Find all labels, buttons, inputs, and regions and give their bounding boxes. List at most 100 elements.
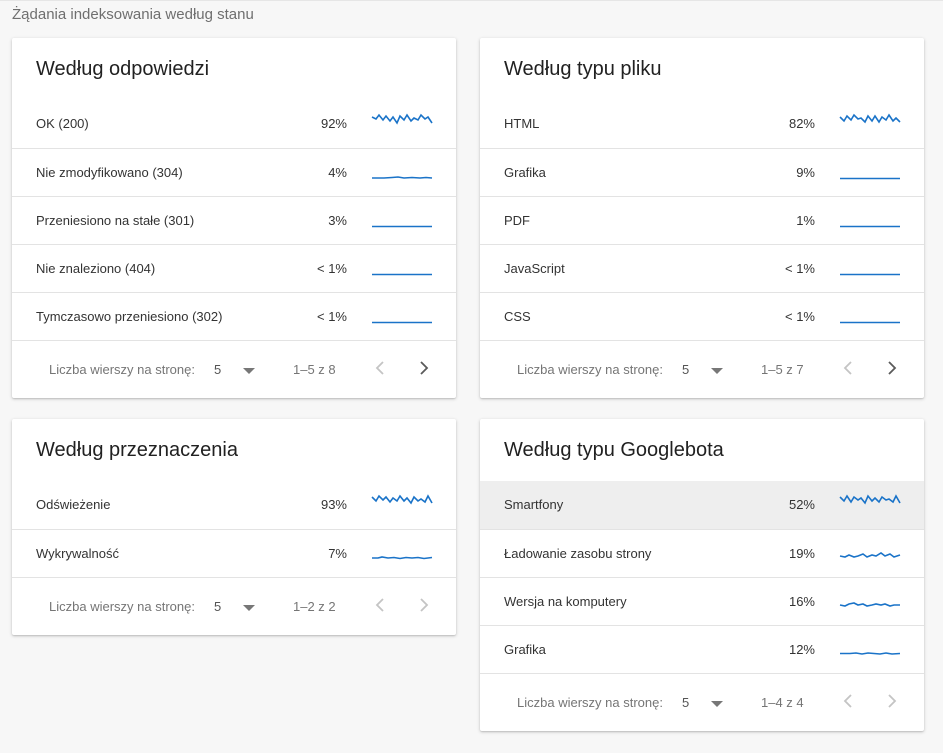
rows-per-page-select[interactable]: 5	[682, 362, 689, 377]
table-row[interactable]: Ładowanie zasobu strony 19%	[480, 529, 924, 577]
table-row[interactable]: Tymczasowo przeniesiono (302) < 1%	[12, 292, 456, 340]
pagination-range: 1–5 z 7	[761, 362, 804, 377]
row-percentage: 19%	[788, 546, 815, 561]
table-pagination: Liczba wierszy na stronę: 5 1–2 z 2	[12, 577, 456, 633]
row-percentage: 16%	[788, 594, 815, 609]
row-percentage: 4%	[328, 165, 347, 180]
chevron-right-icon[interactable]	[417, 359, 431, 377]
row-percentage: 82%	[788, 116, 815, 131]
card-by-response: Według odpowiedzi OK (200) 92% Nie zmody…	[12, 38, 456, 398]
row-label: JavaScript	[504, 261, 565, 276]
row-label: Grafika	[504, 165, 546, 180]
table-row[interactable]: Wersja na komputery 16%	[480, 577, 924, 625]
card-title: Według przeznaczenia	[36, 439, 238, 461]
chevron-down-icon[interactable]	[243, 368, 255, 374]
table-row[interactable]: Wykrywalność 7%	[12, 529, 456, 577]
sparkline	[840, 161, 900, 183]
row-percentage: 92%	[320, 116, 347, 131]
rows-per-page-label: Liczba wierszy na stronę:	[517, 362, 663, 377]
table-row[interactable]: CSS < 1%	[480, 292, 924, 340]
sparkline	[840, 305, 900, 327]
chevron-left-icon[interactable]	[841, 692, 855, 710]
table-pagination: Liczba wierszy na stronę: 5 1–4 z 4	[480, 673, 924, 729]
table-row[interactable]: HTML 82%	[480, 100, 924, 148]
chevron-down-icon[interactable]	[243, 605, 255, 611]
row-percentage: < 1%	[317, 261, 347, 276]
rows-per-page-select[interactable]: 5	[214, 599, 221, 614]
card-title: Według typu pliku	[504, 58, 662, 80]
sparkline	[840, 638, 901, 660]
chevron-down-icon[interactable]	[711, 701, 723, 707]
table-row[interactable]: Grafika 9%	[480, 148, 924, 196]
row-label: Ładowanie zasobu strony	[504, 546, 652, 561]
pagination-range: 1–4 z 4	[761, 695, 804, 710]
row-percentage: 93%	[320, 497, 347, 512]
table-row[interactable]: Nie znaleziono (404) < 1%	[12, 244, 456, 292]
chevron-left-icon[interactable]	[373, 596, 387, 614]
row-percentage: 52%	[788, 497, 815, 512]
row-label: CSS	[504, 309, 531, 324]
row-label: Przeniesiono na stałe (301)	[36, 213, 195, 228]
card-title: Według typu Googlebota	[504, 439, 724, 461]
sparkline	[840, 257, 900, 279]
card-by-googlebot-type: Według typu Googlebota Smartfony 52% Ład…	[480, 419, 924, 731]
row-label: Wykrywalność	[36, 546, 119, 561]
table-row[interactable]: JavaScript < 1%	[480, 244, 924, 292]
row-label: Wersja na komputery	[504, 594, 627, 609]
card-title: Według odpowiedzi	[36, 58, 210, 80]
sparkline	[372, 305, 432, 327]
rows-per-page-label: Liczba wierszy na stronę:	[49, 362, 195, 377]
table-pagination: Liczba wierszy na stronę: 5 1–5 z 7	[480, 340, 924, 396]
rows-per-page-label: Liczba wierszy na stronę:	[49, 599, 195, 614]
sparkline	[372, 209, 432, 231]
chevron-right-icon[interactable]	[885, 359, 899, 377]
row-percentage: 9%	[796, 165, 815, 180]
sparkline	[372, 257, 432, 279]
table-row[interactable]: Przeniesiono na stałe (301) 3%	[12, 196, 456, 244]
row-label: OK (200)	[36, 116, 89, 131]
sparkline	[371, 112, 433, 134]
row-label: Nie znaleziono (404)	[36, 261, 156, 276]
pagination-range: 1–2 z 2	[293, 599, 336, 614]
chevron-down-icon[interactable]	[711, 368, 723, 374]
row-percentage: 12%	[788, 642, 815, 657]
row-label: Smartfony	[504, 497, 564, 512]
table-row[interactable]: OK (200) 92%	[12, 100, 456, 148]
table-pagination: Liczba wierszy na stronę: 5 1–5 z 8	[12, 340, 456, 396]
row-label: HTML	[504, 116, 540, 131]
sparkline	[839, 590, 900, 612]
table-row[interactable]: Smartfony 52%	[480, 481, 924, 529]
table-row[interactable]: Nie zmodyfikowano (304) 4%	[12, 148, 456, 196]
rows-per-page-select[interactable]: 5	[682, 695, 689, 710]
sparkline	[839, 542, 901, 564]
table-row[interactable]: Odświeżenie 93%	[12, 481, 456, 529]
row-label: Nie zmodyfikowano (304)	[36, 165, 183, 180]
row-label: Tymczasowo przeniesiono (302)	[36, 309, 223, 324]
page-heading: Żądania indeksowania według stanu	[12, 6, 254, 23]
pagination-range: 1–5 z 8	[293, 362, 336, 377]
sparkline	[371, 493, 433, 515]
chevron-right-icon[interactable]	[885, 692, 899, 710]
card-by-file-type: Według typu pliku HTML 82% Grafika 9% PD…	[480, 38, 924, 398]
sparkline	[372, 161, 433, 183]
rows-per-page-select[interactable]: 5	[214, 362, 221, 377]
card-by-purpose: Według przeznaczenia Odświeżenie 93% Wyk…	[12, 419, 456, 635]
sparkline	[840, 209, 900, 231]
sparkline	[839, 112, 901, 134]
table-row[interactable]: PDF 1%	[480, 196, 924, 244]
chevron-right-icon[interactable]	[417, 596, 431, 614]
row-percentage: < 1%	[785, 261, 815, 276]
row-label: Odświeżenie	[36, 497, 111, 512]
row-label: PDF	[504, 213, 530, 228]
sparkline	[839, 493, 901, 515]
chevron-left-icon[interactable]	[841, 359, 855, 377]
row-percentage: < 1%	[317, 309, 347, 324]
top-divider	[0, 0, 943, 1]
row-percentage: < 1%	[785, 309, 815, 324]
row-percentage: 1%	[796, 213, 815, 228]
row-label: Grafika	[504, 642, 546, 657]
row-percentage: 7%	[328, 546, 347, 561]
rows-per-page-label: Liczba wierszy na stronę:	[517, 695, 663, 710]
table-row[interactable]: Grafika 12%	[480, 625, 924, 673]
chevron-left-icon[interactable]	[373, 359, 387, 377]
